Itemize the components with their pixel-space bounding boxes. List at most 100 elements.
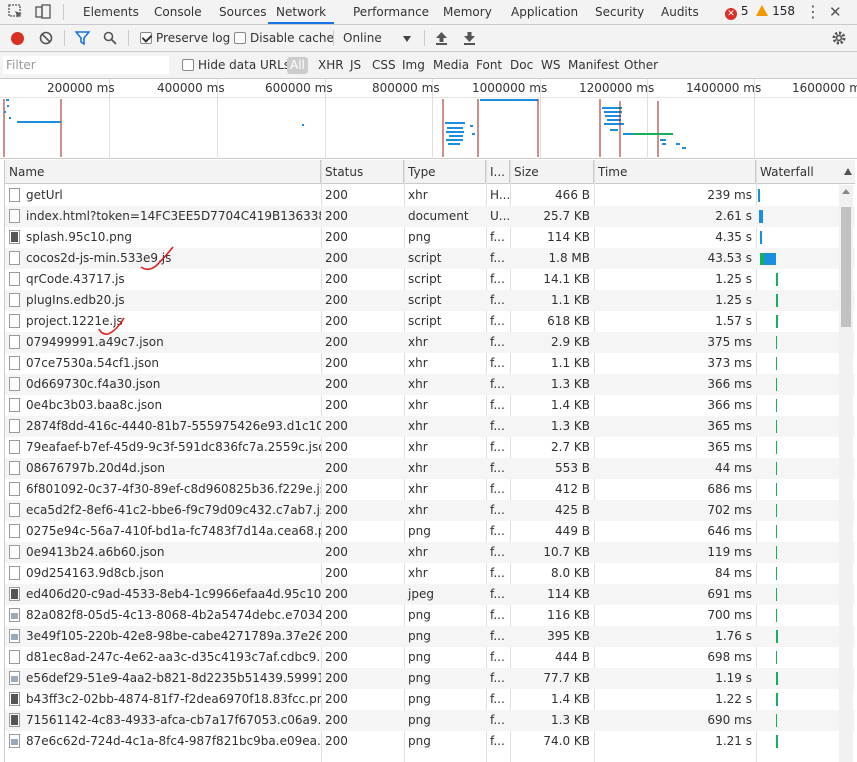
table-row[interactable]: d81ec8ad-247c-4e62-aa3c-d35c4193c7af.cdb…: [5, 647, 855, 668]
request-initiator[interactable]: f...: [486, 500, 510, 521]
export-har-icon[interactable]: [463, 31, 476, 45]
clear-icon[interactable]: [39, 31, 53, 45]
request-initiator[interactable]: U...: [486, 206, 510, 227]
more-options-icon[interactable]: ⋮: [805, 1, 821, 23]
request-name-cell[interactable]: 0e4bc3b03.baa8c.json: [5, 395, 321, 416]
column-header-type[interactable]: Type: [404, 160, 486, 184]
filter-type-font[interactable]: Font: [476, 52, 502, 79]
filter-type-css[interactable]: CSS: [372, 52, 396, 79]
table-row[interactable]: 07ce7530a.54cf1.json 200 xhr f... 1.1 KB 373 …: [5, 353, 855, 374]
request-name-cell[interactable]: qrCode.43717.js: [5, 269, 321, 290]
filter-type-ws[interactable]: WS: [541, 52, 560, 79]
filter-type-media[interactable]: Media: [433, 52, 469, 79]
disable-cache-checkbox[interactable]: Disable cache: [234, 25, 334, 51]
column-header-waterfall[interactable]: Waterfall: [756, 160, 855, 184]
table-row[interactable]: qrCode.43717.js 200 script f... 14.1 KB 1.25 …: [5, 269, 855, 290]
table-row[interactable]: splash.95c10.png 200 png f... 114 KB 4.35 s: [5, 227, 855, 248]
request-initiator[interactable]: f...: [486, 374, 510, 395]
request-name-cell[interactable]: 0275e94c-56a7-410f-bd1a-fc7483f7d14a.cea…: [5, 521, 321, 542]
request-name-cell[interactable]: 09d254163.9d8cb.json: [5, 563, 321, 584]
table-row[interactable]: 079499991.a49c7.json 200 xhr f... 2.9 KB 375 …: [5, 332, 855, 353]
request-initiator[interactable]: f...: [486, 458, 510, 479]
inspect-element-icon[interactable]: [7, 3, 25, 21]
network-overview[interactable]: 200000 ms 400000 ms 600000 ms 800000 ms …: [0, 79, 857, 159]
request-initiator[interactable]: f...: [486, 290, 510, 311]
request-name-cell[interactable]: 2874f8dd-416c-4440-81b7-555975426e93.d1c…: [5, 416, 321, 437]
request-name-cell[interactable]: 3e49f105-220b-42e8-98be-cabe4271789a.37e…: [5, 626, 321, 647]
scroll-up-icon[interactable]: [842, 189, 850, 194]
request-initiator[interactable]: f...: [486, 689, 510, 710]
table-row[interactable]: eca5d2f2-8ef6-41c2-bbe6-f9c79d09c432.c7a…: [5, 500, 855, 521]
filter-icon[interactable]: [75, 31, 90, 45]
tab-security[interactable]: Security: [595, 0, 644, 24]
column-header-initiator[interactable]: I...: [486, 160, 510, 184]
vertical-scrollbar[interactable]: [839, 185, 853, 762]
table-row[interactable]: 08676797b.20d4d.json 200 xhr f... 553 B 44 ms: [5, 458, 855, 479]
tab-application[interactable]: Application: [511, 0, 578, 24]
request-initiator[interactable]: f...: [486, 479, 510, 500]
column-header-time[interactable]: Time: [594, 160, 756, 184]
table-row[interactable]: index.html?token=14FC3EE5D7704C419B13633…: [5, 206, 855, 227]
request-initiator[interactable]: f...: [486, 395, 510, 416]
table-row[interactable]: cocos2d-js-min.533e9.js 200 script f... 1.8 …: [5, 248, 855, 269]
table-row[interactable]: plugIns.edb20.js 200 script f... 1.1 KB 1.25 …: [5, 290, 855, 311]
request-name-cell[interactable]: 079499991.a49c7.json: [5, 332, 321, 353]
request-name-cell[interactable]: d81ec8ad-247c-4e62-aa3c-d35c4193c7af.cdb…: [5, 647, 321, 668]
request-name-cell[interactable]: 07ce7530a.54cf1.json: [5, 353, 321, 374]
request-initiator[interactable]: f...: [486, 668, 510, 689]
request-name-cell[interactable]: getUrl: [5, 185, 321, 206]
request-initiator[interactable]: f...: [486, 626, 510, 647]
table-row[interactable]: project.1221e.js 200 script f... 618 KB 1.57 …: [5, 311, 855, 332]
search-icon[interactable]: [103, 31, 117, 45]
device-toolbar-icon[interactable]: [34, 3, 52, 21]
filter-type-xhr[interactable]: XHR: [318, 52, 344, 79]
request-name-cell[interactable]: project.1221e.js: [5, 311, 321, 332]
request-initiator[interactable]: f...: [486, 647, 510, 668]
request-name-cell[interactable]: splash.95c10.png: [5, 227, 321, 248]
filter-type-other[interactable]: Other: [624, 52, 658, 79]
gear-icon[interactable]: [831, 30, 847, 46]
column-header-size[interactable]: Size: [510, 160, 594, 184]
table-row[interactable]: ed406d20-c9ad-4533-8eb4-1c9966efaa4d.95c…: [5, 584, 855, 605]
import-har-icon[interactable]: [435, 31, 448, 45]
table-row[interactable]: 0e9413b24.a6b60.json 200 xhr f... 10.7 KB 119…: [5, 542, 855, 563]
table-row[interactable]: 09d254163.9d8cb.json 200 xhr f... 8.0 KB 84 m…: [5, 563, 855, 584]
console-counters[interactable]: ✕ 5 158: [725, 4, 795, 20]
table-row[interactable]: 0275e94c-56a7-410f-bd1a-fc7483f7d14a.cea…: [5, 521, 855, 542]
request-name-cell[interactable]: plugIns.edb20.js: [5, 290, 321, 311]
column-header-name[interactable]: Name: [5, 160, 321, 184]
table-row[interactable]: 71561142-4c83-4933-afca-cb7a17f67053.c06…: [5, 710, 855, 731]
table-row[interactable]: getUrl 200 xhr H... 466 B 239 ms: [5, 185, 855, 206]
close-devtools-icon[interactable]: ✕: [829, 0, 842, 24]
filter-input[interactable]: [3, 56, 169, 74]
request-name-cell[interactable]: index.html?token=14FC3EE5D7704C419B13633…: [5, 206, 321, 227]
table-row[interactable]: 82a082f8-05d5-4c13-8068-4b2a5474debc.e70…: [5, 605, 855, 626]
request-initiator[interactable]: f...: [486, 416, 510, 437]
request-initiator[interactable]: f...: [486, 311, 510, 332]
tab-elements[interactable]: Elements: [83, 0, 139, 24]
request-name-cell[interactable]: 6f801092-0c37-4f30-89ef-c8d960825b36.f22…: [5, 479, 321, 500]
tab-sources[interactable]: Sources: [219, 0, 266, 24]
filter-type-all[interactable]: All: [287, 57, 308, 74]
table-row[interactable]: 3e49f105-220b-42e8-98be-cabe4271789a.37e…: [5, 626, 855, 647]
table-row[interactable]: 6f801092-0c37-4f30-89ef-c8d960825b36.f22…: [5, 479, 855, 500]
record-icon[interactable]: [11, 32, 24, 45]
request-initiator[interactable]: f...: [486, 269, 510, 290]
table-row[interactable]: 2874f8dd-416c-4440-81b7-555975426e93.d1c…: [5, 416, 855, 437]
request-name-cell[interactable]: 08676797b.20d4d.json: [5, 458, 321, 479]
filter-type-js[interactable]: JS: [350, 52, 361, 79]
scroll-thumb[interactable]: [841, 207, 851, 327]
request-initiator[interactable]: f...: [486, 584, 510, 605]
request-name-cell[interactable]: b43ff3c2-02bb-4874-81f7-f2dea6970f18.83f…: [5, 689, 321, 710]
request-name-cell[interactable]: 79eafaef-b7ef-45d9-9c3f-591dc836fc7a.255…: [5, 437, 321, 458]
tab-network[interactable]: Network: [268, 0, 335, 24]
request-name-cell[interactable]: 71561142-4c83-4933-afca-cb7a17f67053.c06…: [5, 710, 321, 731]
request-initiator[interactable]: f...: [486, 248, 510, 269]
filter-type-manifest[interactable]: Manifest: [568, 52, 619, 79]
hide-data-urls-checkbox[interactable]: Hide data URLs: [182, 52, 290, 79]
request-initiator[interactable]: f...: [486, 542, 510, 563]
table-row[interactable]: b43ff3c2-02bb-4874-81f7-f2dea6970f18.83f…: [5, 689, 855, 710]
request-name-cell[interactable]: 87e6c62d-724d-4c1a-8fc4-987f821bc9ba.e09…: [5, 731, 321, 752]
column-header-status[interactable]: Status: [321, 160, 404, 184]
request-initiator[interactable]: H...: [486, 185, 510, 206]
